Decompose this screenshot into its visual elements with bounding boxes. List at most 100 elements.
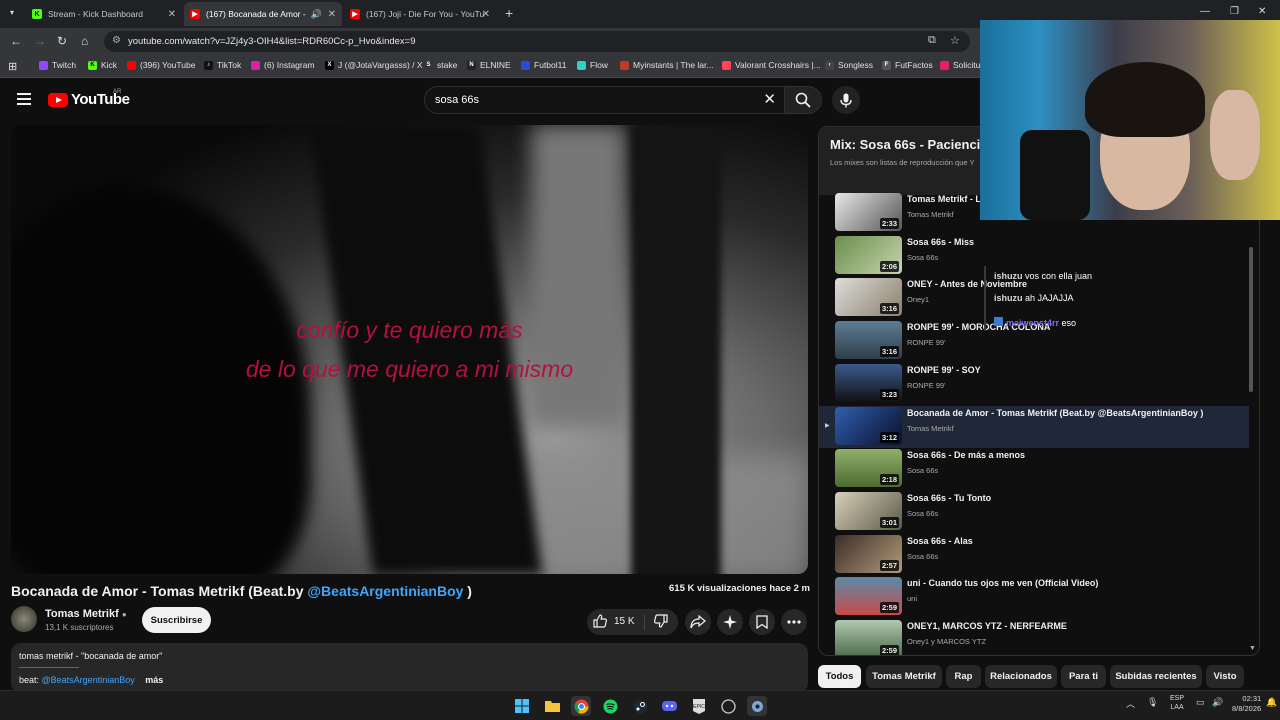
voice-search-button[interactable] (832, 86, 860, 114)
playlist-item-thumbnail[interactable]: 3:12 (835, 406, 902, 445)
playlist-item-thumbnail[interactable]: 2:59 (835, 620, 902, 655)
playlist-item[interactable]: 3:01 Sosa 66s - Tu Tonto Sosa 66s (819, 491, 1249, 533)
playlist-item-thumbnail[interactable]: 2:57 (835, 534, 902, 573)
epic-games-icon[interactable]: EPIC (689, 696, 709, 716)
notifications-icon[interactable]: 🔔 (1266, 697, 1277, 708)
playlist-item-thumbnail[interactable]: 2:33 (835, 193, 902, 231)
search-input[interactable]: sosa 66s ✕ (424, 86, 785, 114)
home-button[interactable]: ⌂ (81, 34, 88, 48)
back-button[interactable]: ← (10, 34, 22, 48)
channel-avatar[interactable] (11, 606, 37, 632)
video-description[interactable]: tomas metrikf - "bocanada de amor" beat:… (11, 643, 808, 693)
save-button[interactable] (749, 609, 775, 635)
install-app-icon[interactable]: ⧉ (928, 34, 936, 47)
site-info-icon[interactable]: ⚙ (112, 35, 121, 46)
forward-button[interactable]: → (34, 34, 46, 48)
tab-bocanada[interactable]: ▶ (167) Bocanada de Amor - 🔊 ✕ (184, 2, 342, 26)
ask-ai-button[interactable] (717, 609, 743, 635)
bookmark-youtube[interactable]: (396) YouTube (127, 60, 195, 70)
chip-todos[interactable]: Todos (818, 665, 861, 688)
playlist-item-thumbnail[interactable]: 2:59 (835, 577, 902, 616)
maximize-button[interactable]: ❐ (1230, 6, 1239, 17)
tray-mic-icon[interactable]: 🎙 (1147, 697, 1158, 708)
discord-icon[interactable] (659, 696, 679, 716)
settings-icon[interactable] (747, 696, 767, 716)
speaker-icon[interactable]: 🔊 (311, 9, 322, 20)
playlist-item-duration: 3:16 (879, 303, 899, 315)
dislike-button[interactable] (653, 613, 669, 634)
apps-grid-icon[interactable]: ⊞ (8, 60, 17, 73)
tab-close-icon[interactable]: ✕ (482, 9, 490, 20)
chip-subidas-recientes[interactable]: Subidas recientes (1110, 665, 1202, 688)
windows-start-icon[interactable] (512, 696, 532, 716)
reload-button[interactable]: ↻ (57, 34, 67, 48)
playlist-item[interactable]: 2:57 Sosa 66s - Alas Sosa 66s (819, 534, 1249, 576)
scroll-down-icon[interactable]: ▼ (1249, 645, 1256, 652)
new-tab-button[interactable]: + (505, 5, 513, 21)
chrome-icon[interactable] (571, 696, 591, 716)
tray-overflow-icon[interactable]: ︿ (1126, 697, 1135, 710)
playlist-item-artist: Tomas Metrikf (907, 423, 954, 433)
playlist-item-thumbnail[interactable]: 3:16 (835, 321, 902, 360)
bookmark-kick[interactable]: K Kick (88, 60, 117, 70)
address-bar[interactable]: ⚙ youtube.com/watch?v=JZj4y3-OIH4&list=R… (104, 31, 970, 52)
description-more-button[interactable]: más (145, 675, 163, 685)
bookmark-futfactos[interactable]: F FutFactos (882, 60, 933, 70)
chip-tomas-metrikf[interactable]: Tomas Metrikf (866, 665, 942, 688)
share-button[interactable] (685, 609, 711, 635)
steam-icon[interactable] (630, 696, 650, 716)
bookmark-elnine[interactable]: N ELNINE (467, 60, 511, 70)
playlist-item[interactable]: 2:59 uni - Cuando tus ojos me ven (Offici… (819, 576, 1249, 618)
bookmark-valorant[interactable]: Valorant Crosshairs |... (722, 60, 821, 70)
bookmark-solicitu[interactable]: Solicitu (940, 60, 980, 70)
file-explorer-icon[interactable] (542, 696, 562, 716)
playlist-item-thumbnail[interactable]: 3:16 (835, 278, 902, 317)
chip-relacionados[interactable]: Relacionados (985, 665, 1057, 688)
playlist-item[interactable]: 3:23 RONPE 99' - SOY RONPE 99' (819, 363, 1249, 405)
like-button[interactable]: 15 K (592, 613, 635, 629)
bookmark-twitch[interactable]: Twitch (39, 60, 76, 70)
minimize-button[interactable]: — (1200, 6, 1210, 17)
tab-joji[interactable]: ▶ (167) Joji - Die For You - YouTu ✕ (344, 2, 496, 26)
more-actions-button[interactable] (781, 609, 807, 635)
description-beat-link[interactable]: @BeatsArgentinianBoy (42, 675, 135, 685)
bookmark-myinstants[interactable]: Myinstants | The lar... (620, 60, 713, 70)
bookmark-x[interactable]: XJ (@JotaVargasss) / X (325, 60, 423, 70)
beat-channel-link[interactable]: @BeatsArgentinianBoy (307, 583, 463, 599)
volume-icon[interactable]: 🔊 (1212, 697, 1223, 708)
search-button[interactable] (784, 86, 822, 114)
bookmark-flow[interactable]: Flow (577, 60, 608, 70)
tab-close-icon[interactable]: ✕ (168, 9, 176, 20)
playlist-item[interactable]: 2:59 ONEY1, MARCOS YTZ - NERFEARME Oney1 y… (819, 619, 1249, 655)
playlist-item[interactable]: ▶ 3:12 Bocanada de Amor - Tomas Metrikf (B… (819, 405, 1249, 448)
network-icon[interactable]: ▭ (1196, 697, 1205, 708)
chip-rap[interactable]: Rap (946, 665, 981, 688)
github-icon[interactable] (718, 696, 738, 716)
spotify-icon[interactable] (600, 696, 620, 716)
clock[interactable]: 02:31 8/8/2026 (1232, 694, 1261, 714)
close-window-button[interactable]: ✕ (1258, 6, 1266, 17)
clear-search-icon[interactable]: ✕ (763, 90, 776, 108)
playlist-item-thumbnail[interactable]: 3:01 (835, 491, 902, 530)
chip-visto[interactable]: Visto (1206, 665, 1244, 688)
subscribe-button[interactable]: Suscribirse (142, 607, 211, 633)
tab-close-icon[interactable]: ✕ (328, 9, 336, 20)
bookmark-star-icon[interactable]: ☆ (950, 34, 960, 47)
tab-kick-dashboard[interactable]: K Stream - Kick Dashboard ✕ (26, 2, 182, 26)
playlist-item-thumbnail[interactable]: 2:06 (835, 235, 902, 274)
bookmark-instagram[interactable]: (6) Instagram (251, 60, 315, 70)
channel-name[interactable]: Tomas Metrikf ● (45, 608, 127, 620)
playlist-item-thumbnail[interactable]: 2:18 (835, 449, 902, 488)
playlist-item[interactable]: 2:18 Sosa 66s - De más a menos Sosa 66s (819, 448, 1249, 490)
bookmark-songless[interactable]: ‹ Songless (825, 60, 873, 70)
tab-search-icon[interactable]: ▾ (10, 8, 14, 17)
language-indicator[interactable]: ESP LAA (1170, 694, 1184, 712)
bookmark-tiktok[interactable]: ♪ TikTok (204, 60, 241, 70)
video-player[interactable]: confío y te quiero más de lo que me quie… (11, 125, 808, 574)
chip-para-ti[interactable]: Para ti (1061, 665, 1106, 688)
playlist-scrollbar[interactable] (1249, 247, 1253, 392)
menu-icon[interactable] (17, 93, 31, 108)
playlist-item-thumbnail[interactable]: 3:23 (835, 363, 902, 402)
bookmark-futbol11[interactable]: Futbol11 (521, 60, 566, 70)
bookmark-stake[interactable]: Sstake (424, 60, 457, 70)
